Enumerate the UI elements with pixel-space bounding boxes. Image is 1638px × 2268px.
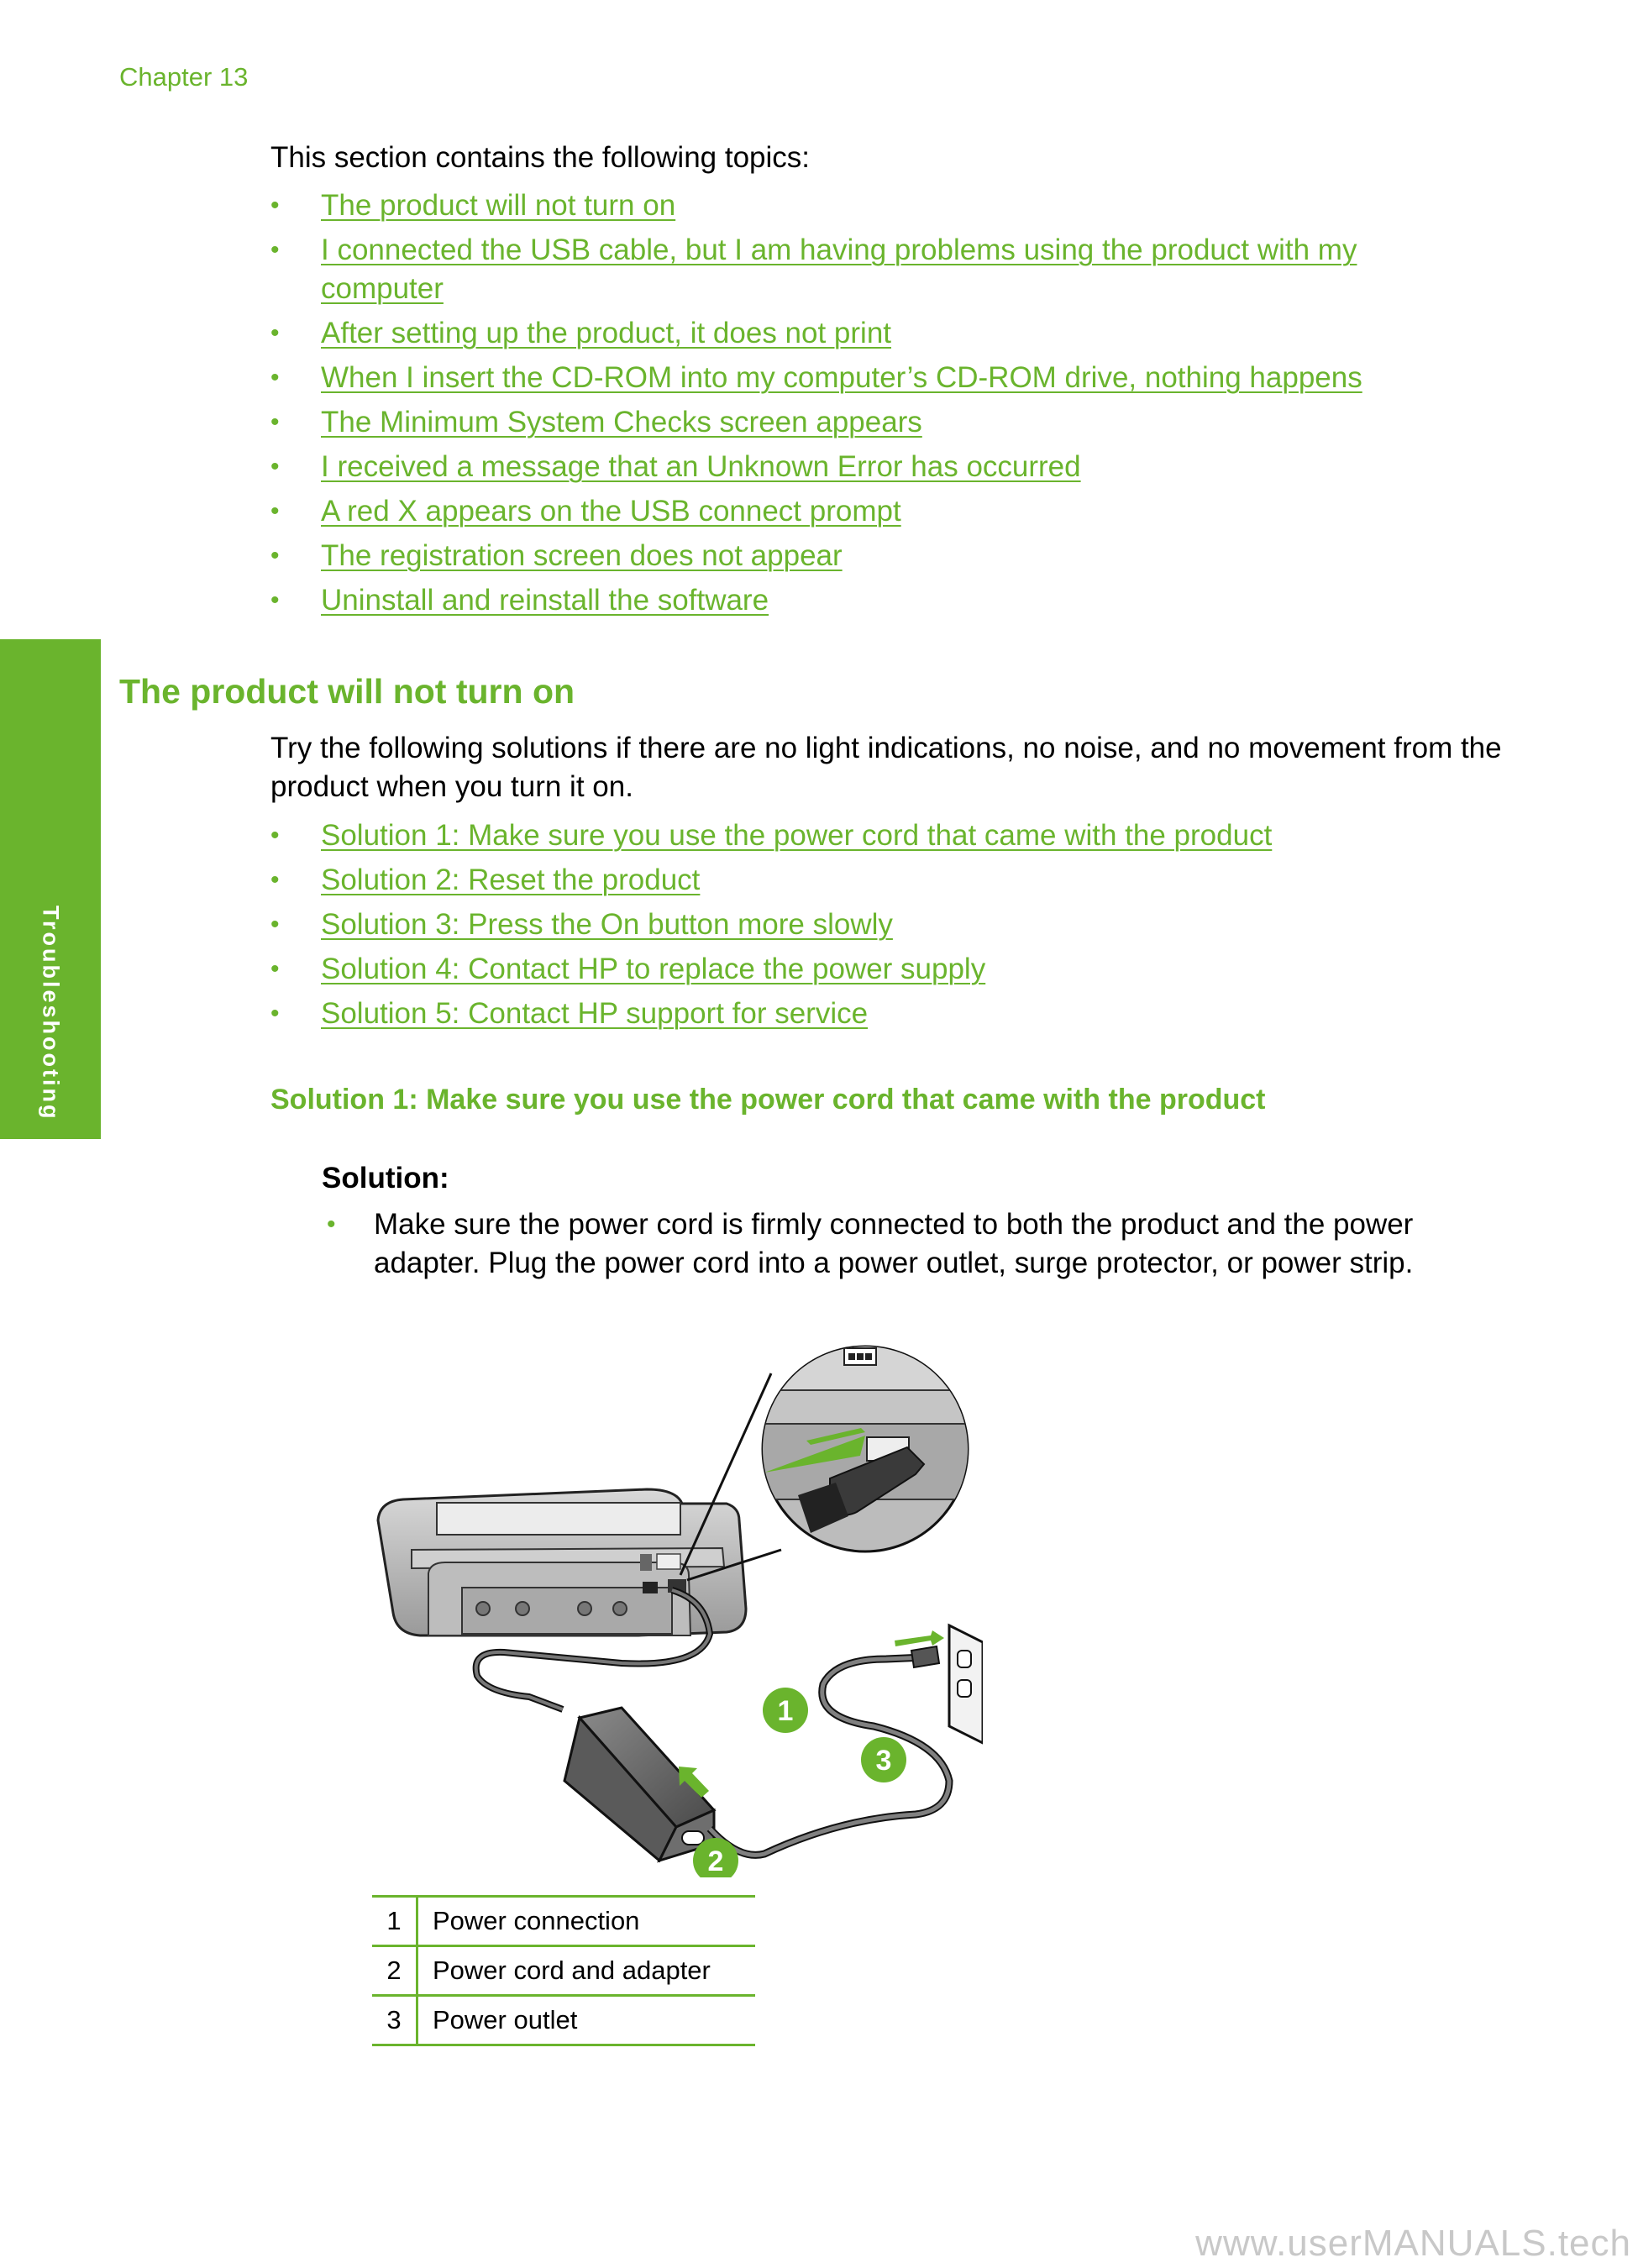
svg-text:1: 1 (778, 1695, 794, 1727)
bullet-icon: • (270, 911, 280, 938)
bullet-icon: • (270, 866, 280, 894)
bullet-icon: • (270, 497, 280, 525)
bullet-icon: • (270, 408, 280, 436)
topics-list: • The product will not turn on • I connect… (270, 186, 1463, 626)
solution-link[interactable]: Solution 4: Contact HP to replace the po… (321, 953, 985, 985)
bullet-icon: • (270, 236, 280, 264)
table-row: 3 Power outlet (372, 1994, 755, 2046)
topic-link[interactable]: When I insert the CD-ROM into my compute… (321, 361, 1362, 394)
bullet-icon: • (270, 822, 280, 849)
solution-step-text: Make sure the power cord is firmly conne… (374, 1208, 1414, 1279)
sidebar-label: Troubleshooting (38, 906, 64, 1121)
section-heading: The product will not turn on (119, 672, 575, 711)
wall-outlet-drawing (948, 1623, 983, 1745)
topic-link[interactable]: I connected the USB cable, but I am havi… (321, 234, 1357, 305)
bullet-icon: • (270, 955, 280, 983)
chapter-header: Chapter 13 (119, 62, 249, 92)
callout-3: 3 (861, 1737, 906, 1782)
bullet-icon: • (270, 453, 280, 480)
zoom-detail (761, 1345, 969, 1553)
list-item: • Solution 5: Contact HP support for serv… (270, 995, 1272, 1033)
bullet-icon: • (270, 319, 280, 347)
solution-link[interactable]: Solution 5: Contact HP support for servi… (321, 997, 868, 1030)
bullet-icon: • (270, 586, 280, 614)
legend-label: Power outlet (417, 1994, 755, 2046)
list-item: • I received a message that an Unknown Er… (270, 448, 1463, 486)
table-row: 2 Power cord and adapter (372, 1945, 755, 1997)
list-item: • A red X appears on the USB connect prom… (270, 492, 1463, 531)
bullet-icon: • (327, 1210, 336, 1238)
section-description: Try the following solutions if there are… (270, 732, 1502, 803)
svg-text:3: 3 (876, 1745, 892, 1777)
topic-link[interactable]: A red X appears on the USB connect promp… (321, 495, 901, 528)
svg-text:2: 2 (708, 1845, 724, 1877)
legend-number: 2 (372, 1945, 418, 1997)
arrow-outlet-icon (895, 1630, 944, 1646)
callout-1: 1 (763, 1688, 808, 1733)
list-item: • Solution 3: Press the On button more sl… (270, 906, 1272, 944)
solution-heading: Solution 1: Make sure you use the power … (270, 1084, 1266, 1116)
list-item: • Solution 2: Reset the product (270, 861, 1272, 900)
solution-link[interactable]: Solution 2: Reset the product (321, 864, 700, 896)
intro-text: This section contains the following topi… (270, 141, 810, 174)
legend-number: 1 (372, 1895, 418, 1947)
topic-link[interactable]: Uninstall and reinstall the software (321, 584, 769, 617)
figure-legend-table: 1 Power connection 2 Power cord and adap… (372, 1895, 755, 2046)
list-item: • Uninstall and reinstall the software (270, 581, 1463, 620)
power-connection-illustration: 1 2 3 (376, 1345, 983, 1877)
topic-link[interactable]: The product will not turn on (321, 189, 675, 222)
printer-drawing (376, 1488, 748, 1637)
topic-link[interactable]: After setting up the product, it does no… (321, 317, 891, 349)
table-row: 1 Power connection (372, 1895, 755, 1947)
topic-link[interactable]: The Minimum System Checks screen appears (321, 406, 922, 438)
topic-link[interactable]: I received a message that an Unknown Err… (321, 450, 1081, 483)
legend-label: Power connection (417, 1895, 755, 1947)
list-item: • Solution 4: Contact HP to replace the p… (270, 950, 1272, 989)
list-item: • When I insert the CD-ROM into my comput… (270, 359, 1463, 397)
watermark: www.userMANUALS.tech (1195, 2223, 1631, 2264)
list-item: • Solution 1: Make sure you use the power… (270, 816, 1272, 855)
solution-link[interactable]: Solution 3: Press the On button more slo… (321, 908, 893, 941)
bullet-icon: • (270, 192, 280, 219)
bullet-icon: • (270, 1000, 280, 1027)
solution-step: • Make sure the power cord is firmly con… (322, 1205, 1515, 1283)
solution-link[interactable]: Solution 1: Make sure you use the power … (321, 819, 1272, 852)
list-item: • The product will not turn on (270, 186, 1463, 225)
list-item: • I connected the USB cable, but I am hav… (270, 231, 1463, 308)
list-item: • The registration screen does not appear (270, 537, 1463, 575)
list-item: • The Minimum System Checks screen appear… (270, 403, 1463, 442)
legend-label: Power cord and adapter (417, 1945, 755, 1997)
legend-number: 3 (372, 1994, 418, 2046)
bullet-icon: • (270, 542, 280, 570)
list-item: • After setting up the product, it does n… (270, 314, 1463, 353)
topic-link[interactable]: The registration screen does not appear (321, 539, 843, 572)
solutions-list: • Solution 1: Make sure you use the power… (270, 816, 1272, 1039)
bullet-icon: • (270, 364, 280, 391)
solution-label: Solution: (322, 1162, 449, 1194)
